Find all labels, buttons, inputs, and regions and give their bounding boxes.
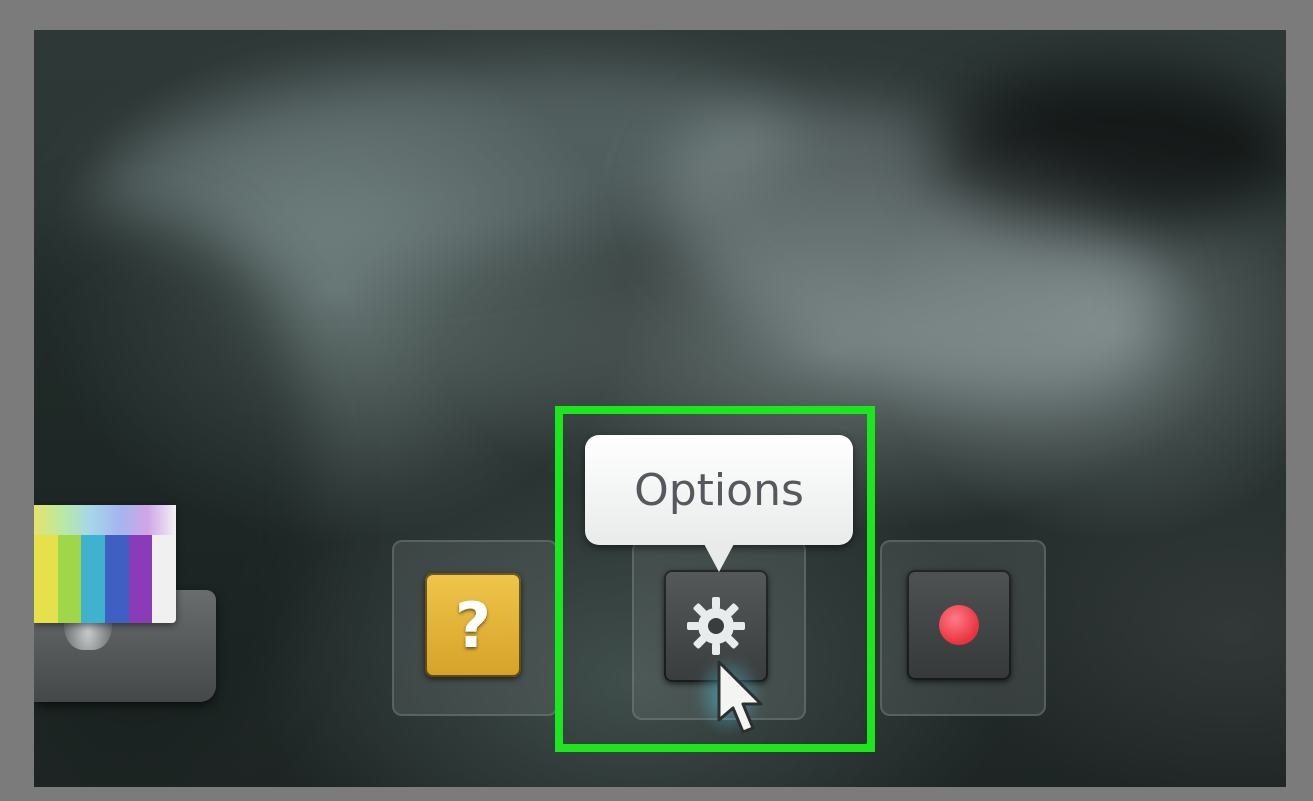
record-dot-icon (939, 605, 979, 645)
highlight-box (555, 406, 875, 752)
camera-view: ? Options (34, 30, 1286, 787)
help-button[interactable]: ? (425, 573, 521, 677)
background-shadow (934, 70, 1286, 230)
record-button[interactable] (907, 570, 1011, 680)
tv-screen-highlight (34, 505, 176, 535)
question-mark-icon: ? (455, 588, 491, 662)
window-frame: ? Options (0, 0, 1313, 801)
